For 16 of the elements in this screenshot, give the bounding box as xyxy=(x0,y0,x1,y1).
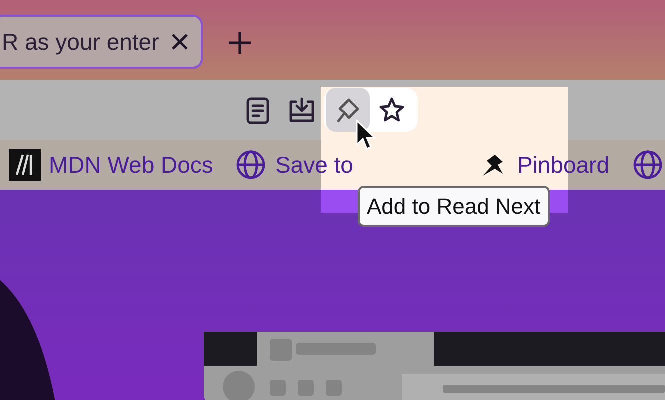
star-icon xyxy=(378,96,406,124)
pin-button[interactable] xyxy=(326,88,370,132)
bookmark-link[interactable]: Save to xyxy=(275,148,354,182)
plus-icon xyxy=(228,31,252,55)
bookmark-link[interactable]: MDN Web Docs xyxy=(49,148,214,182)
globe-icon xyxy=(632,149,664,181)
globe-icon xyxy=(235,149,268,181)
tooltip: Add to Read Next xyxy=(358,186,550,227)
pin-icon xyxy=(334,96,362,124)
reader-icon xyxy=(244,96,272,124)
download-tray-icon xyxy=(288,96,316,124)
browser-tab[interactable]: R as your enter xyxy=(0,15,203,69)
close-icon[interactable] xyxy=(171,33,189,51)
bookmark-link[interactable]: Pinboard xyxy=(517,148,610,182)
tab-title: R as your enter xyxy=(2,28,160,57)
mdn-logo-icon xyxy=(9,149,41,181)
